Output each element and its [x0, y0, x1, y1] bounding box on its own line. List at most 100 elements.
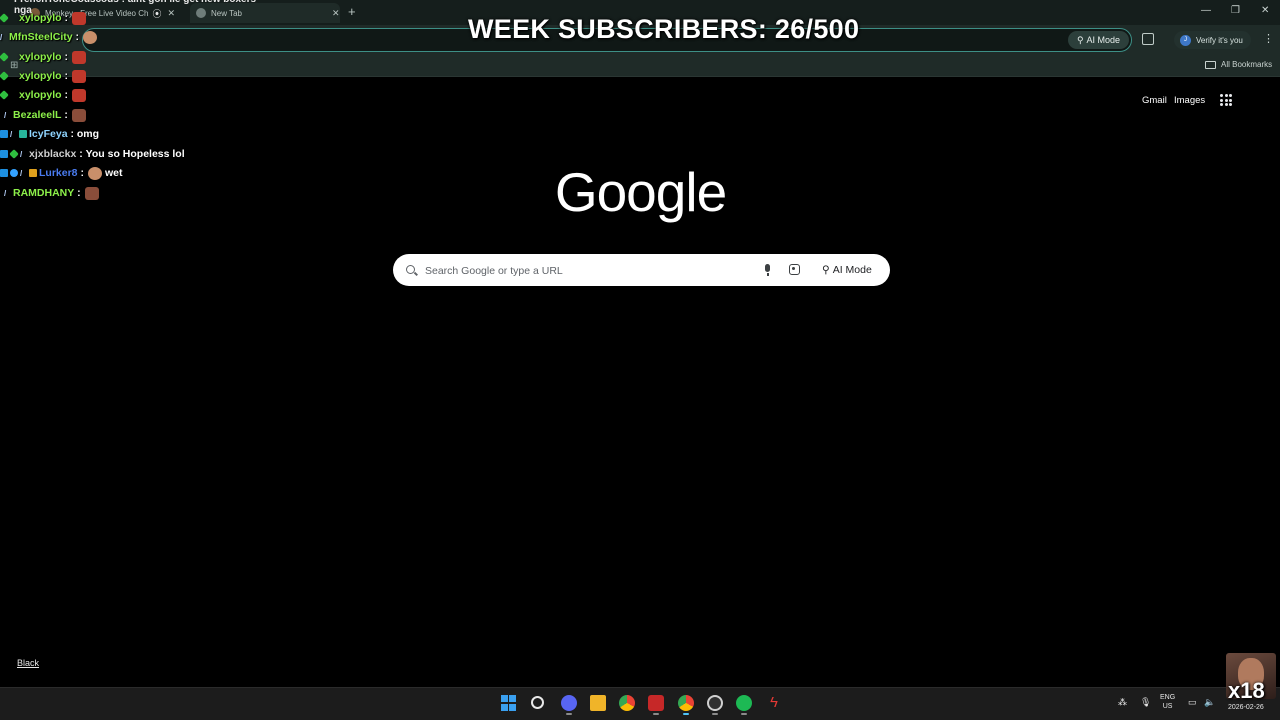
prime-badge-icon	[10, 53, 14, 61]
chat-username: xjxblackx	[29, 148, 77, 160]
prime-badge-icon	[10, 91, 14, 99]
chat-message: / IcyFeya : omg	[0, 125, 99, 143]
chat-text: wet	[104, 167, 123, 179]
avatar: J	[1180, 34, 1191, 46]
chat-username: MfnSteelCity	[9, 31, 73, 43]
moderator-badge-icon	[0, 130, 8, 138]
moderator-badge-icon	[0, 150, 8, 158]
chat-username: Lurker8	[39, 167, 78, 179]
chat-username: BezaleelL	[13, 109, 62, 121]
customize-link[interactable]: Black	[17, 658, 39, 668]
volume-icon[interactable]: 🔈	[1204, 697, 1215, 708]
restore-icon[interactable]: ❐	[1231, 5, 1240, 16]
google-logo: Google	[554, 161, 727, 223]
chrome-profile-icon[interactable]	[678, 695, 694, 711]
moderator-badge-icon	[0, 169, 8, 177]
verified-badge-icon	[10, 169, 18, 177]
prime-badge-icon: /	[10, 130, 13, 139]
language-code: ENG	[1160, 694, 1176, 701]
google-apps-icon[interactable]	[1220, 94, 1232, 106]
menu-kebab-icon[interactable]: ⋮	[1263, 32, 1274, 45]
emote-icon	[72, 50, 87, 64]
chat-message: / xjxblackx : You so Hopeless lol	[0, 145, 185, 163]
vip-badge-icon	[19, 130, 27, 138]
ai-mode-label: AI Mode	[832, 264, 872, 276]
app-icon[interactable]	[648, 695, 664, 711]
extensions-icon[interactable]	[1142, 33, 1154, 45]
clock-date[interactable]: 2026-02-26	[1228, 704, 1264, 711]
close-tab-icon[interactable]: ✕	[332, 8, 340, 19]
subscriber-badge-icon	[0, 52, 9, 62]
ai-mode-button[interactable]: ⚲ AI Mode	[818, 261, 876, 279]
prime-badge-icon	[10, 72, 14, 80]
subscriber-badge-icon	[0, 90, 9, 100]
search-input[interactable]	[425, 263, 745, 279]
chat-text: You so Hopeless lol	[85, 148, 185, 160]
emote-icon	[83, 30, 98, 44]
verify-label: Verify it's you	[1196, 35, 1243, 45]
emote-icon	[87, 166, 102, 180]
prime-badge-icon	[10, 14, 14, 22]
bolt-app-icon[interactable]: ϟ	[766, 695, 782, 711]
emote-icon	[72, 69, 87, 83]
chat-message: xylopylo :	[0, 67, 87, 85]
minimize-icon[interactable]: —	[1201, 5, 1211, 16]
bookmarks-bar	[0, 55, 1280, 77]
multiplier-badge: x18	[1228, 678, 1265, 703]
windows-taskbar	[0, 687, 1280, 720]
gmail-link[interactable]: Gmail	[1142, 95, 1167, 106]
region-code: US	[1162, 703, 1173, 710]
language-indicator[interactable]: ENG US	[1160, 693, 1175, 711]
microphone-tray-icon[interactable]: 🎙	[1140, 697, 1151, 708]
ai-search-icon: ⚲	[1076, 34, 1084, 45]
emote-icon	[72, 11, 87, 25]
tray-app-icon[interactable]: ⁂	[1118, 697, 1127, 708]
windows-start-icon[interactable]	[501, 695, 517, 711]
omnibox-ai-mode-button[interactable]: ⚲ AI Mode	[1068, 31, 1129, 49]
chat-username: xylopylo	[19, 51, 62, 63]
chat-message: xylopylo :	[0, 86, 87, 104]
chat-username: xylopylo	[19, 12, 62, 24]
profile-verify-button[interactable]: J Verify it's you	[1174, 31, 1251, 49]
microphone-icon[interactable]	[765, 264, 770, 276]
all-bookmarks-label: All Bookmarks	[1221, 60, 1273, 69]
chrome-icon[interactable]	[619, 695, 635, 711]
google-lens-icon[interactable]	[789, 264, 800, 275]
prime-badge-icon: /	[20, 150, 23, 159]
running-indicator	[566, 713, 572, 715]
ai-search-icon: ⚲	[822, 264, 830, 276]
prime-badge-icon: /	[20, 169, 23, 178]
network-icon[interactable]: ▭	[1188, 697, 1197, 708]
discord-icon[interactable]	[561, 695, 577, 711]
chat-username: xylopylo	[19, 89, 62, 101]
subscriber-badge-icon	[9, 149, 19, 159]
chat-message: xylopylo :	[0, 48, 87, 66]
prime-badge-icon: /	[4, 189, 7, 198]
spotify-icon[interactable]	[736, 695, 752, 711]
file-explorer-icon[interactable]	[590, 695, 606, 711]
emote-icon	[71, 108, 86, 122]
gift-badge-icon	[29, 169, 37, 177]
running-indicator	[653, 713, 659, 715]
chat-text: omg	[76, 128, 100, 140]
folder-icon	[1205, 60, 1216, 69]
obs-icon[interactable]	[707, 695, 723, 711]
prime-badge-icon: /	[0, 33, 3, 42]
chat-message: / Lurker8 : wet	[0, 164, 122, 182]
chat-username: xylopylo	[19, 70, 62, 82]
ai-mode-label: AI Mode	[1086, 35, 1121, 45]
emote-icon	[84, 186, 99, 200]
chat-message: / RAMDHANY :	[0, 184, 99, 202]
prime-badge-icon: /	[4, 111, 7, 120]
all-bookmarks-button[interactable]: All Bookmarks	[1205, 60, 1272, 69]
active-indicator	[683, 713, 689, 715]
chat-username: IcyFeya	[29, 128, 68, 140]
search-icon	[406, 265, 415, 274]
taskbar-search-icon[interactable]	[531, 696, 544, 709]
new-tab-button[interactable]: +	[348, 4, 356, 19]
subscriber-badge-icon	[0, 13, 9, 23]
running-indicator	[741, 713, 747, 715]
chat-username: RAMDHANY	[13, 187, 75, 199]
images-link[interactable]: Images	[1174, 95, 1205, 106]
window-close-icon[interactable]: ✕	[1261, 5, 1269, 16]
